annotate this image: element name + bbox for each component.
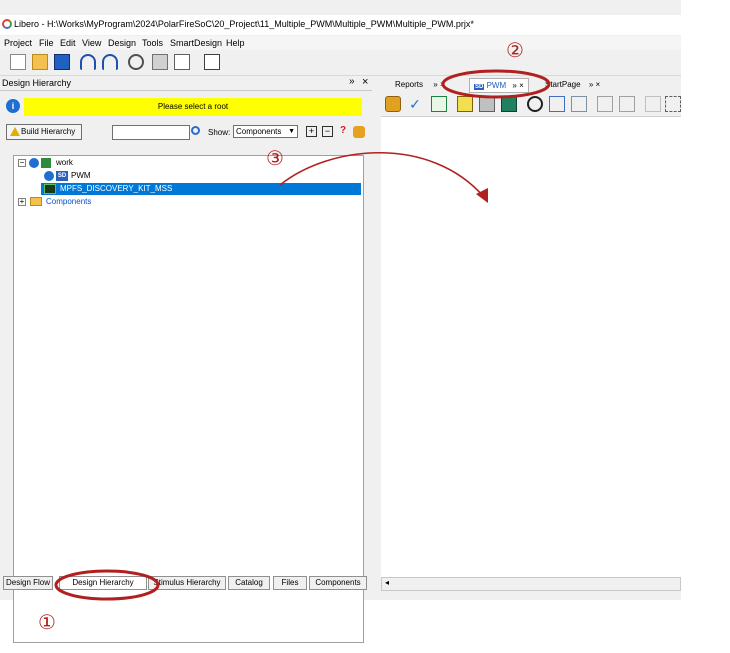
highlight-ellipse-design-hierarchy	[54, 569, 160, 601]
highlight-ellipse-pwm-tab	[441, 69, 551, 99]
drag-arrow-line	[279, 151, 485, 198]
annotation-step-3: ③	[266, 148, 284, 170]
annotation-overlay	[54, 69, 551, 601]
annotation-step-2: ②	[506, 40, 524, 62]
annotation-step-1: ①	[38, 612, 56, 634]
